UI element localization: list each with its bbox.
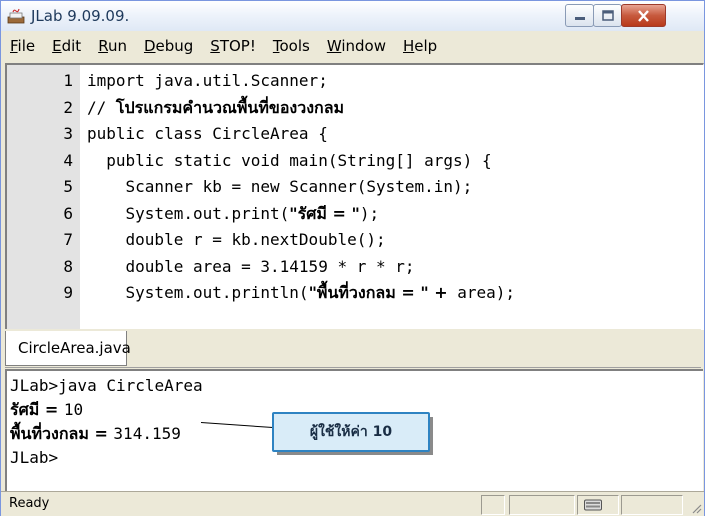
code-token: area); [447, 283, 516, 302]
minimize-button[interactable] [565, 4, 594, 27]
line-number: 8 [63, 256, 73, 276]
line-number: 7 [63, 230, 73, 249]
menu-debug[interactable]: Debug [142, 37, 195, 55]
code-token: "พื้นที่วงกลม = " + [308, 283, 448, 302]
code-text: System.out.print("รัศมี = "); [87, 202, 380, 226]
menu-help[interactable]: Help [401, 37, 439, 55]
code-text: public static void main(String[] args) { [87, 149, 492, 173]
title-bar[interactable]: JLab 9.09.09. [1, 1, 704, 31]
code-token: import java.util.Scanner; [87, 71, 328, 90]
status-panel [481, 495, 505, 515]
close-icon [638, 9, 649, 22]
editor-tab-bar: CircleArea.java [5, 329, 701, 368]
code-line: 3 public class CircleArea { [7, 122, 697, 146]
menu-bar: File Edit Run Debug STOP! Tools Window Help [1, 31, 704, 61]
code-token: "รัศมี = " [289, 203, 360, 223]
line-number: 4 [63, 150, 73, 170]
console-token: JLab>java CircleArea [10, 376, 203, 395]
code-line: 9 System.out.println("พื้นที่วงกลม = " +… [7, 281, 697, 305]
line-number: 5 [63, 177, 73, 196]
menu-edit[interactable]: Edit [50, 37, 83, 55]
code-token: public static void main(String[] args) { [87, 150, 492, 170]
line-number: 6 [63, 203, 73, 223]
menu-stop[interactable]: STOP! [208, 37, 258, 55]
status-panel [509, 495, 575, 515]
jlab-window: JLab 9.09.09. File Edit Run Debug STOP! Tools… [0, 0, 705, 516]
status-text: Ready [9, 496, 50, 511]
code-token: โปรแกรมคำนวณพื้นที่ของวงกลม [115, 97, 345, 117]
code-text: Scanner kb = new Scanner(System.in); [87, 175, 473, 199]
console-token: 314.159 [113, 424, 181, 443]
maximize-button[interactable] [593, 4, 622, 27]
code-line: 6 System.out.print("รัศมี = "); [7, 202, 697, 226]
line-number: 2 [63, 97, 73, 117]
tab-circlearea-java[interactable]: CircleArea.java [5, 331, 131, 366]
code-line: 8 double area = 3.14159 * r * r; [7, 255, 697, 279]
keyboard-icon [584, 499, 602, 511]
code-text: System.out.println("พื้นที่วงกลม = " + a… [87, 281, 516, 305]
code-token: public class CircleArea { [87, 124, 328, 143]
annotation-callout: ผู้ใช้ให้ค่า 10 [272, 412, 430, 452]
code-line: 7 double r = kb.nextDouble(); [7, 228, 697, 252]
java-cup-icon [7, 8, 25, 24]
code-token: double r = kb.nextDouble(); [87, 230, 386, 249]
maximize-icon [601, 10, 614, 21]
line-number: 3 [63, 124, 73, 143]
console-token: 10 [63, 400, 84, 419]
code-token: ); [359, 203, 380, 223]
console-token: พื้นที่วงกลม = [10, 424, 114, 443]
code-text: double r = kb.nextDouble(); [87, 228, 386, 252]
code-text: import java.util.Scanner; [87, 69, 328, 93]
console-token: รัศมี = [10, 400, 64, 419]
code-editor[interactable]: 1 import java.util.Scanner; 2 // โปรแกรมคำน… [5, 63, 704, 330]
code-token: Scanner kb = new Scanner(System.in); [87, 177, 473, 196]
menu-window[interactable]: Window [325, 37, 388, 55]
minimize-icon [574, 16, 585, 20]
status-bar: Ready [1, 491, 704, 516]
resize-grip-icon[interactable] [690, 502, 702, 514]
code-token: // [87, 97, 116, 117]
menu-tools[interactable]: Tools [271, 37, 312, 55]
code-line: 2 // โปรแกรมคำนวณพื้นที่ของวงกลม [7, 96, 697, 120]
code-text: double area = 3.14159 * r * r; [87, 255, 415, 279]
code-token: double area = 3.14159 * r * r; [87, 256, 415, 276]
window-title: JLab 9.09.09. [31, 7, 130, 25]
code-token: System.out.print( [87, 203, 290, 223]
line-number: 1 [63, 71, 73, 90]
console-line: รัศมี = 10 [10, 399, 83, 421]
code-line: 4 public static void main(String[] args)… [7, 149, 697, 173]
status-panel [621, 495, 683, 515]
code-text: // โปรแกรมคำนวณพื้นที่ของวงกลม [87, 96, 344, 120]
console-token: JLab> [10, 448, 59, 467]
code-token: System.out.println( [87, 283, 309, 302]
tab-label: CircleArea.java [18, 339, 131, 357]
close-button[interactable] [621, 4, 666, 27]
code-line: 1 import java.util.Scanner; [7, 69, 697, 93]
console-line: พื้นที่วงกลม = 314.159 [10, 423, 181, 445]
status-panel [577, 495, 619, 515]
menu-run[interactable]: Run [96, 37, 129, 55]
console-line: JLab> [10, 447, 58, 469]
menu-file[interactable]: File [8, 37, 37, 55]
console-line: JLab>java CircleArea [10, 375, 203, 397]
line-number: 9 [63, 283, 73, 302]
code-line: 5 Scanner kb = new Scanner(System.in); [7, 175, 697, 199]
code-text: public class CircleArea { [87, 122, 328, 146]
